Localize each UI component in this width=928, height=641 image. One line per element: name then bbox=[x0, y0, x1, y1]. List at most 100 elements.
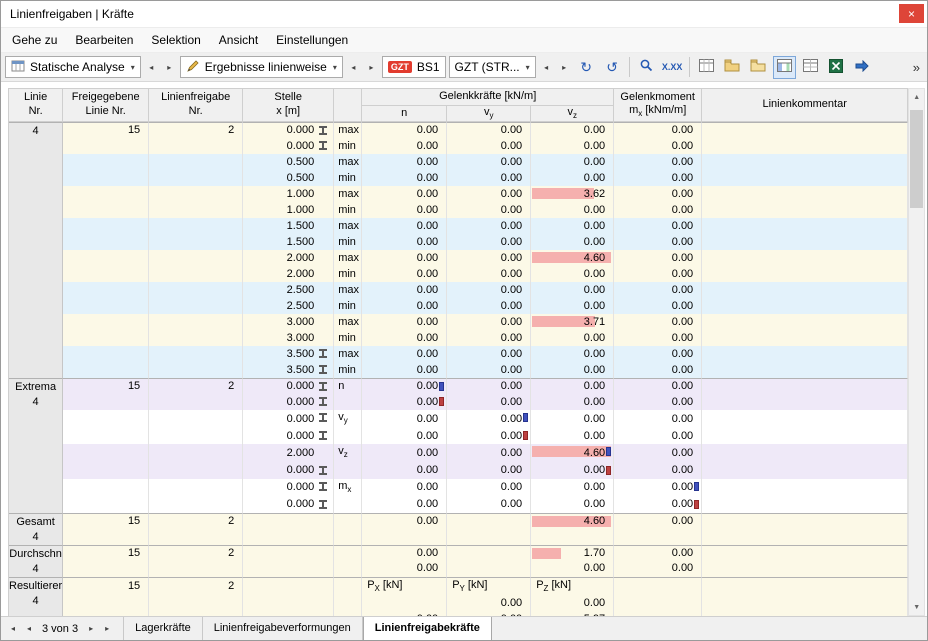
cell-linienfreigabe-nr[interactable] bbox=[149, 362, 243, 378]
cell-extremum-label[interactable] bbox=[334, 561, 362, 577]
cell-n[interactable] bbox=[362, 596, 447, 612]
table-filter-button[interactable] bbox=[721, 56, 744, 79]
cell-linienfreigabe-nr[interactable] bbox=[149, 282, 243, 298]
cell-linienkommentar[interactable] bbox=[702, 266, 908, 282]
cell-vz[interactable]: 0.00 bbox=[531, 362, 614, 378]
cell-freigegebene-linie[interactable] bbox=[63, 394, 149, 410]
cell-vy[interactable]: 0.00 bbox=[447, 218, 531, 234]
result-grid-button[interactable] bbox=[799, 56, 822, 79]
cell-mx[interactable]: 0.00 bbox=[614, 186, 702, 202]
cell-mx[interactable]: 0.00 bbox=[614, 282, 702, 298]
cell-vz[interactable]: 0.00 bbox=[531, 202, 614, 218]
cell-stelle-x[interactable]: 1.000 bbox=[243, 202, 334, 218]
cell-linienfreigabe-nr[interactable] bbox=[149, 428, 243, 444]
cell-linienfreigabe-nr[interactable] bbox=[149, 298, 243, 314]
cell-vy[interactable]: 0.00 bbox=[447, 410, 531, 428]
cell-linienkommentar[interactable] bbox=[702, 170, 908, 186]
cell-n[interactable]: 0.00 bbox=[362, 266, 447, 282]
cell-vy[interactable]: 0.00 bbox=[447, 170, 531, 186]
table-manager-button[interactable] bbox=[747, 56, 770, 79]
cell-vy[interactable]: 0.00 bbox=[447, 202, 531, 218]
cell-extremum-label[interactable]: min bbox=[334, 138, 362, 154]
cell-vz[interactable]: 0.00 bbox=[531, 410, 614, 428]
cell-n[interactable] bbox=[362, 529, 447, 545]
cell-stelle-x[interactable]: 2.000 bbox=[243, 444, 334, 462]
cell-mx[interactable]: 0.00 bbox=[614, 545, 702, 561]
cell-vz[interactable]: 1.70 bbox=[531, 545, 614, 561]
cell-vy[interactable]: 0.00 bbox=[447, 463, 531, 479]
cell-extremum-label[interactable]: min bbox=[334, 234, 362, 250]
cell-mx[interactable]: 0.00 bbox=[614, 513, 702, 529]
cell-mx[interactable]: 0.00 bbox=[614, 362, 702, 378]
cell-vy[interactable]: 0.00 bbox=[447, 186, 531, 202]
cell-mx[interactable]: 0.00 bbox=[614, 346, 702, 362]
cell-freigegebene-linie[interactable] bbox=[63, 234, 149, 250]
cell-n[interactable]: 0.00 bbox=[362, 410, 447, 428]
cell-mx[interactable]: 0.00 bbox=[614, 138, 702, 154]
cell-vz[interactable]: 0.00 bbox=[531, 346, 614, 362]
design-situation-field[interactable]: GZT BS1 bbox=[382, 56, 446, 78]
cell-linienkommentar[interactable] bbox=[702, 463, 908, 479]
cell-mx[interactable]: 0.00 bbox=[614, 122, 702, 138]
cell-stelle-x[interactable] bbox=[243, 529, 334, 545]
analysis-type-combo[interactable]: Statische Analyse ▾ bbox=[5, 56, 141, 78]
cell-freigegebene-linie[interactable] bbox=[63, 250, 149, 266]
cell-mx[interactable]: 0.00 bbox=[614, 266, 702, 282]
cell-linienfreigabe-nr[interactable] bbox=[149, 463, 243, 479]
cell-linienkommentar[interactable] bbox=[702, 154, 908, 170]
cell-linienfreigabe-nr[interactable] bbox=[149, 529, 243, 545]
cell-linienkommentar[interactable] bbox=[702, 529, 908, 545]
cell-vy[interactable]: 0.00 bbox=[447, 362, 531, 378]
cell-stelle-x[interactable]: 1.500 bbox=[243, 218, 334, 234]
cell-n[interactable]: 0.00 bbox=[362, 218, 447, 234]
prev-analysis-button[interactable]: ◂ bbox=[144, 56, 159, 78]
cell-mx[interactable]: 0.00 bbox=[614, 410, 702, 428]
cell-vz[interactable]: 4.60 bbox=[531, 444, 614, 462]
cell-n[interactable]: 0.00 bbox=[362, 346, 447, 362]
last-table-button[interactable]: ▸ bbox=[99, 618, 115, 640]
cell-freigegebene-linie[interactable] bbox=[63, 138, 149, 154]
cell-linienkommentar[interactable] bbox=[702, 596, 908, 612]
cell-n[interactable]: 0.00 bbox=[362, 250, 447, 266]
cell-n[interactable]: 0.00 bbox=[362, 154, 447, 170]
cell-vy[interactable]: 0.00 bbox=[447, 479, 531, 497]
bottom-tab-linienfreigabekräfte[interactable]: Linienfreigabekräfte bbox=[363, 617, 492, 640]
cell-vz[interactable]: 0.00 bbox=[531, 234, 614, 250]
cell-mx[interactable] bbox=[614, 577, 702, 596]
cell-linienfreigabe-nr[interactable] bbox=[149, 612, 243, 616]
cell-extremum-label[interactable] bbox=[334, 428, 362, 444]
cell-linienkommentar[interactable] bbox=[702, 122, 908, 138]
cell-stelle-x[interactable]: 1.000 bbox=[243, 186, 334, 202]
cell-n[interactable]: 0.00 bbox=[362, 497, 447, 513]
prev-combination-button[interactable]: ◂ bbox=[539, 56, 554, 78]
cell-freigegebene-linie[interactable] bbox=[63, 202, 149, 218]
cell-stelle-x[interactable]: 1.500 bbox=[243, 234, 334, 250]
cell-linienkommentar[interactable] bbox=[702, 545, 908, 561]
cell-linienkommentar[interactable] bbox=[702, 428, 908, 444]
cell-extremum-label[interactable] bbox=[334, 394, 362, 410]
cell-mx[interactable]: 0.00 bbox=[614, 250, 702, 266]
cell-n[interactable]: 0.00 bbox=[362, 378, 447, 394]
cell-stelle-x[interactable]: 0.000 bbox=[243, 428, 334, 444]
scroll-down-button[interactable]: ▼ bbox=[909, 599, 924, 615]
cell-vy[interactable] bbox=[447, 529, 531, 545]
cell-stelle-x[interactable]: 0.000 bbox=[243, 410, 334, 428]
cell-extremum-label[interactable] bbox=[334, 513, 362, 529]
cell-vz[interactable]: 0.00 bbox=[531, 596, 614, 612]
cell-vz[interactable] bbox=[531, 529, 614, 545]
menu-item-ansicht[interactable]: Ansicht bbox=[210, 28, 267, 52]
cell-extremum-label[interactable]: min bbox=[334, 298, 362, 314]
cell-linienkommentar[interactable] bbox=[702, 410, 908, 428]
cell-linienfreigabe-nr[interactable] bbox=[149, 444, 243, 462]
cell-freigegebene-linie[interactable]: 15 bbox=[63, 122, 149, 138]
cell-mx[interactable]: 0.00 bbox=[614, 428, 702, 444]
cell-vy[interactable]: PY [kN] bbox=[447, 577, 531, 596]
cell-extremum-label[interactable]: mx bbox=[334, 479, 362, 497]
menu-item-einstellungen[interactable]: Einstellungen bbox=[267, 28, 357, 52]
cell-vy[interactable]: 0.00 bbox=[447, 612, 531, 616]
cell-mx[interactable]: 0.00 bbox=[614, 561, 702, 577]
cell-linienfreigabe-nr[interactable]: 2 bbox=[149, 122, 243, 138]
cell-mx[interactable]: 0.00 bbox=[614, 330, 702, 346]
close-button[interactable]: × bbox=[899, 4, 924, 23]
cell-vy[interactable] bbox=[447, 545, 531, 561]
